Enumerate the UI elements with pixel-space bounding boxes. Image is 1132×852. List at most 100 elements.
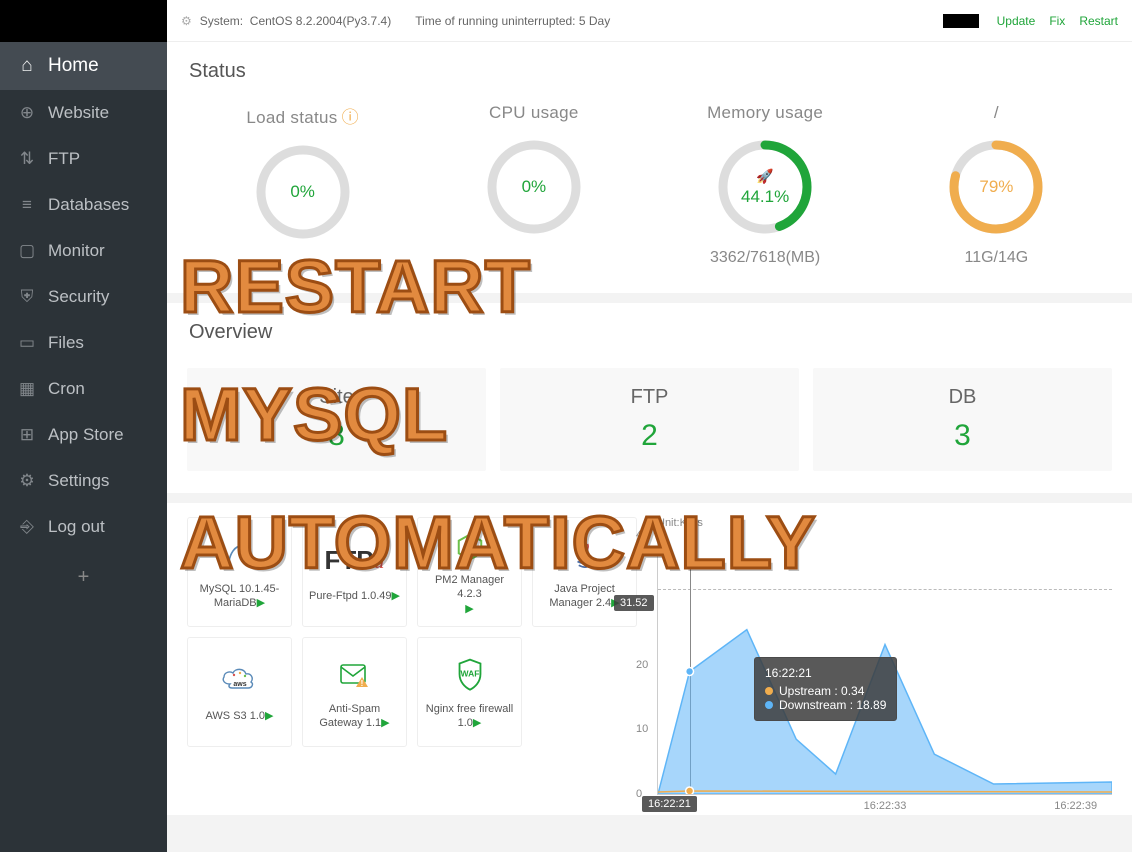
sidebar-item-label: Monitor (48, 241, 105, 261)
ftp-icon: ⇅ (18, 149, 36, 169)
gauge-value: 0% (484, 137, 584, 237)
overview-panel: Overview Site8 FTP2 DB3 (167, 303, 1132, 493)
sidebar-item-ftp[interactable]: ⇅ FTP (0, 136, 167, 182)
folder-icon: ▭ (18, 333, 36, 353)
sidebar-item-monitor[interactable]: ▢ Monitor (0, 228, 167, 274)
update-link[interactable]: Update (997, 14, 1036, 28)
gauge-value: 44.1% (741, 187, 789, 207)
globe-icon: ⊕ (18, 103, 36, 123)
soft-item-pureftpd[interactable]: FTPdPure-Ftpd 1.0.49▶ (302, 517, 407, 627)
traffic-section: Unit:KB/s 40 20 10 0 31.52 (657, 517, 1112, 795)
tooltip-time: 16:22:21 (765, 666, 886, 680)
sidebar-item-home[interactable]: ⌂ Home (0, 42, 167, 90)
sidebar-item-databases[interactable]: ≡ Databases (0, 182, 167, 228)
sidebar-item-label: Log out (48, 517, 105, 537)
software-traffic-panel: MySQL 10.1.45-MariaDB▶ FTPdPure-Ftpd 1.0… (167, 503, 1132, 815)
gear-icon: ⚙ (18, 471, 36, 491)
overview-card-site[interactable]: Site8 (187, 368, 486, 471)
soft-item-mysql[interactable]: MySQL 10.1.45-MariaDB▶ (187, 517, 292, 627)
home-icon: ⌂ (18, 55, 36, 77)
soft-item-pm2[interactable]: JSPM2 Manager 4.2.3▶ (417, 517, 522, 627)
content: Status Load statusⓘ 0% CPU usage 0% Memo… (167, 42, 1132, 852)
aws-icon: aws (192, 661, 287, 701)
y-tick: 10 (636, 723, 648, 735)
gauge-value: 0% (253, 142, 353, 242)
gauge-sub: 11G/14G (881, 249, 1112, 267)
svg-text:!: ! (360, 679, 363, 688)
sidebar-item-label: FTP (48, 149, 80, 169)
sidebar-item-label: Databases (48, 195, 129, 215)
soft-label: Java Project Manager 2.4 (549, 583, 614, 609)
sidebar-item-files[interactable]: ▭Files (0, 320, 167, 366)
sidebar-item-appstore[interactable]: ⊞App Store (0, 412, 167, 458)
rocket-icon: 🚀 (756, 168, 773, 185)
gauge-sub: 3362/7618(MB) (650, 249, 881, 267)
sidebar-item-settings[interactable]: ⚙ Settings (0, 458, 167, 504)
y-tick: 20 (636, 659, 648, 671)
traffic-chart[interactable]: 40 20 10 0 31.52 (657, 535, 1112, 795)
x-marker: 16:22:21 (642, 796, 697, 812)
ftpd-icon: FTPd (307, 541, 402, 581)
soft-item-waf[interactable]: WAFNginx free firewall 1.0▶ (417, 637, 522, 747)
database-icon: ≡ (18, 195, 36, 215)
sidebar-item-label: Settings (48, 471, 109, 491)
x-tick: 16:22:33 (864, 800, 907, 812)
y-tick: 40 (636, 529, 648, 541)
soft-label: MySQL 10.1.45-MariaDB (200, 583, 280, 609)
card-count: 3 (823, 419, 1102, 453)
node-icon: JS (422, 528, 517, 565)
logo (0, 0, 167, 42)
java-icon (537, 534, 632, 574)
fix-link[interactable]: Fix (1049, 14, 1065, 28)
gauge-memory[interactable]: Memory usage 🚀44.1% 3362/7618(MB) (650, 103, 881, 267)
gauge-label: / (881, 103, 1112, 123)
gauge-label: CPU usage (418, 103, 649, 123)
restart-link[interactable]: Restart (1079, 14, 1118, 28)
status-panel: Status Load statusⓘ 0% CPU usage 0% Memo… (167, 42, 1132, 293)
spam-icon: ! (307, 654, 402, 694)
calendar-icon: ▦ (18, 379, 36, 399)
mysql-icon (192, 534, 287, 574)
sidebar-item-label: Home (48, 55, 99, 77)
shield-icon: ⛨ (18, 287, 36, 307)
chart-tooltip: 16:22:21 Upstream : 0.34 Downstream : 18… (754, 657, 897, 721)
card-label: Site (197, 386, 476, 409)
sidebar-item-label: Cron (48, 379, 85, 399)
waf-icon: WAF (422, 654, 517, 694)
gauge-value: 79% (946, 137, 1046, 237)
gear-icon[interactable]: ⚙ (181, 14, 192, 28)
dot-icon (765, 687, 773, 695)
status-title: Status (167, 42, 1132, 93)
monitor-icon: ▢ (18, 241, 36, 261)
play-icon: ▶ (381, 717, 389, 729)
svg-text:aws: aws (233, 681, 246, 688)
gauge-cpu[interactable]: CPU usage 0% (418, 103, 649, 267)
dot-icon (765, 701, 773, 709)
sidebar-item-logout[interactable]: ⎆ Log out (0, 504, 167, 550)
gauge-disk[interactable]: / 79% 11G/14G (881, 103, 1112, 267)
soft-item-antispam[interactable]: ! Anti-Spam Gateway 1.1▶ (302, 637, 407, 747)
redacted-box (943, 14, 979, 28)
soft-label: Anti-Spam Gateway 1.1 (319, 703, 381, 729)
sidebar-item-label: App Store (48, 425, 124, 445)
logout-icon: ⎆ (18, 517, 36, 537)
x-tick: 16:22:39 (1054, 800, 1097, 812)
gauge-label: Load status (246, 108, 337, 127)
svg-text:WAF: WAF (460, 668, 479, 678)
traffic-unit: Unit:KB/s (657, 517, 1112, 535)
overview-title: Overview (167, 303, 1132, 354)
play-icon: ▶ (257, 597, 265, 609)
overview-card-db[interactable]: DB3 (813, 368, 1112, 471)
soft-item-aws[interactable]: awsAWS S3 1.0▶ (187, 637, 292, 747)
help-icon[interactable]: ⓘ (342, 108, 359, 127)
gauge-load[interactable]: Load status ⓘ 0% (187, 103, 418, 267)
sidebar-add[interactable]: + (0, 550, 167, 605)
tooltip-up: Upstream : 0.34 (779, 684, 864, 698)
uptime: Time of running uninterrupted: 5 Day (415, 14, 610, 28)
overview-card-ftp[interactable]: FTP2 (500, 368, 799, 471)
sidebar-item-security[interactable]: ⛨Security (0, 274, 167, 320)
sidebar-item-website[interactable]: ⊕Website (0, 90, 167, 136)
sidebar-item-cron[interactable]: ▦ Cron (0, 366, 167, 412)
y-marker: 31.52 (614, 595, 654, 611)
software-section: MySQL 10.1.45-MariaDB▶ FTPdPure-Ftpd 1.0… (187, 517, 637, 795)
